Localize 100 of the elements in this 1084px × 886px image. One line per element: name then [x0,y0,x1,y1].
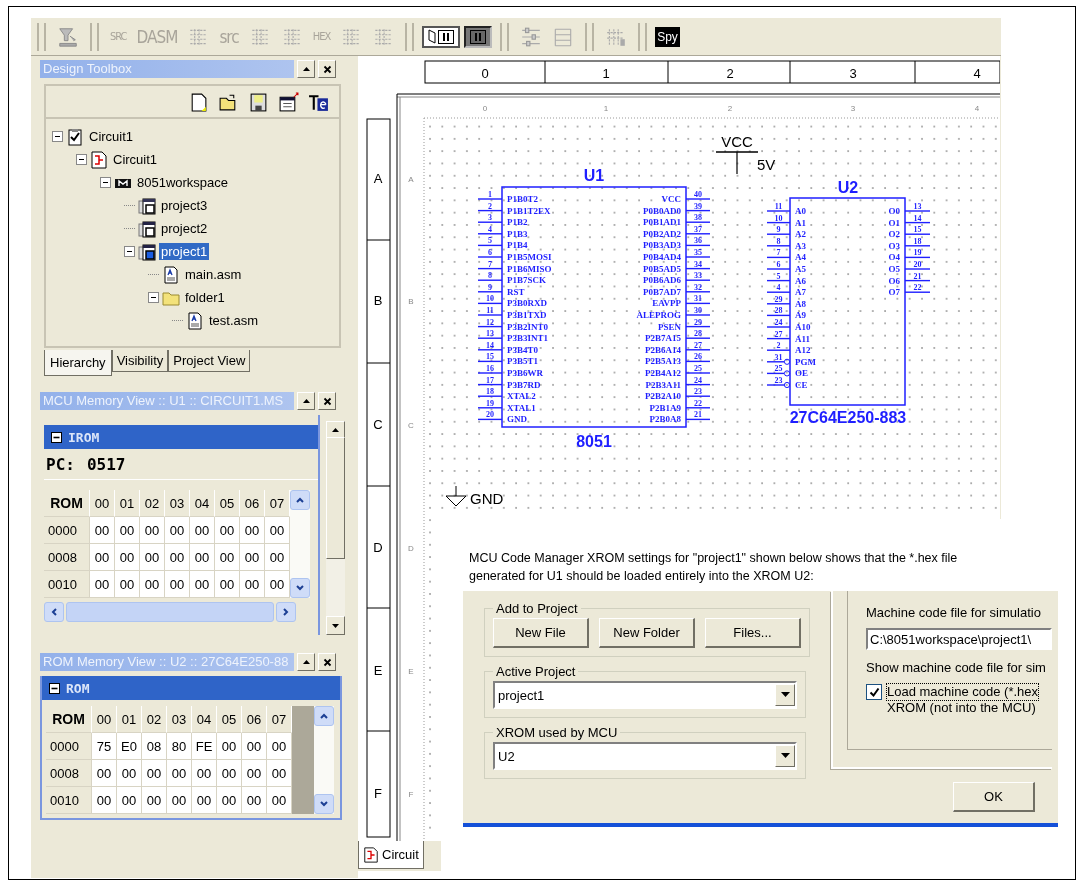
pin-name: P1B4 [507,240,528,251]
tree-expander[interactable] [148,292,159,303]
pin-number: 22 [694,398,702,408]
tree-item[interactable]: project2 [159,220,210,237]
save-icon[interactable] [248,92,269,113]
collapse-icon[interactable] [49,682,60,694]
push-button[interactable]: Files... [705,618,801,648]
clipboard-check-icon [66,127,84,146]
column-header: 07 [267,706,292,733]
pin-lead [478,209,502,212]
push-button[interactable]: New Folder [599,618,695,648]
tab[interactable]: Project View [168,350,251,372]
push-button[interactable]: New File [493,618,589,648]
horizontal-scrollbar[interactable] [44,602,296,622]
document-tab[interactable]: Circuit [358,841,424,869]
table-cell: 00 [215,517,240,544]
checkbox-label: Load machine code (*.hex [887,684,1039,700]
pin-name: P3B3INT1 [507,333,548,344]
close-button[interactable] [318,653,336,671]
table-cell: 00 [92,760,117,787]
collapse-button[interactable] [297,653,315,671]
pin-name: O3 [888,240,900,251]
pin-lead [478,325,502,328]
input-field[interactable]: C:\8051workspace\project1\ [866,628,1052,650]
table-cell: 80 [167,733,192,760]
tab[interactable]: Hierarchy [44,350,112,376]
toolbar-grip[interactable] [500,22,510,51]
pin-name: A10 [795,322,811,332]
pin-name: O0 [888,206,900,216]
pc-value: 0517 [86,454,126,474]
window-icon[interactable] [278,92,299,113]
toolbar-grip[interactable] [638,22,648,51]
pin-number: 25 [774,364,783,374]
toolbar-grip[interactable] [585,22,595,51]
checkbox-label: XROM (not into the MCU) [887,700,1037,716]
tree-item[interactable]: project1 [159,243,210,260]
toolbar-grip[interactable] [90,22,99,51]
pin-number: 10 [774,213,783,223]
toolbar-grip[interactable] [37,22,46,51]
pin-number: 20 [913,260,922,269]
table-cell: E0 [117,733,142,760]
tree-item[interactable]: Circuit1 [87,128,136,145]
checkbox[interactable] [866,684,882,700]
caption-text: MCU Code Manager XROM settings for "project1" shown below shows that the *.hex file generated for U1 should be loaded entirely into the XROM U2: [469,550,959,585]
column-header: 01 [117,706,142,733]
tree-expander[interactable] [100,177,111,188]
tree-item[interactable]: folder1 [183,289,227,306]
tree-item[interactable]: main.asm [183,266,244,283]
close-icon [322,657,332,667]
dropdown[interactable]: U2 [493,742,797,770]
tree-expander[interactable] [52,131,63,142]
pin-name: P1B3 [507,228,528,239]
schematic-document-icon [363,846,379,863]
tree-item[interactable]: test.asm [207,312,261,329]
pin-name: A0 [795,206,806,216]
pin-name: P1B0T2 [507,194,538,204]
table-cell: 00 [215,571,240,598]
column-header: 03 [165,490,190,517]
pin-name: A4 [795,252,806,263]
ruler-label: 0 [481,66,489,81]
pin-number: 27 [774,329,783,339]
pin-number: 26 [694,352,702,362]
toolbar-button[interactable]: Spy [655,26,680,47]
tree-item[interactable]: Circuit1 [111,151,160,168]
tree-expander[interactable] [124,246,135,257]
toolbar-grip[interactable] [405,22,415,51]
chip-body[interactable] [501,186,687,428]
close-button[interactable] [318,392,336,410]
text-editor-icon[interactable] [308,92,329,113]
tree-expander[interactable] [76,154,87,165]
collapse-icon[interactable] [51,431,62,443]
grid-label: D [408,544,414,553]
chip-body[interactable] [789,197,906,406]
tab[interactable]: Visibility [111,350,169,372]
chevron-up-icon [319,711,329,721]
pin-number: 14 [913,213,922,223]
collapse-button[interactable] [297,60,315,78]
grid-label: 3 [850,104,856,113]
scroll-right-button[interactable] [276,602,296,622]
table-cell: 00 [267,733,292,760]
scrollbar-thumb[interactable] [66,602,274,622]
pin-number: 9 [776,225,781,235]
pin-name: A1 [795,217,806,228]
close-button[interactable] [318,60,336,78]
scroll-left-button[interactable] [44,602,64,622]
tree-item[interactable]: project3 [159,197,210,214]
pin-number: 14 [486,340,494,350]
tree-item[interactable]: 8051workspace [135,174,231,191]
pin-number: 28 [774,306,783,316]
table-cell: 00 [142,760,167,787]
view-button[interactable] [464,25,493,48]
dropdown[interactable]: project1 [493,681,797,709]
ok-button[interactable]: OK [953,782,1035,812]
pin-number: 16 [486,364,494,373]
pin-name: A12 [795,345,811,356]
pin-number: 10 [486,294,494,304]
view-button[interactable] [422,25,461,48]
pin-number: 8 [776,236,781,246]
collapse-button[interactable] [297,392,315,410]
table-cell: 00 [92,787,117,814]
